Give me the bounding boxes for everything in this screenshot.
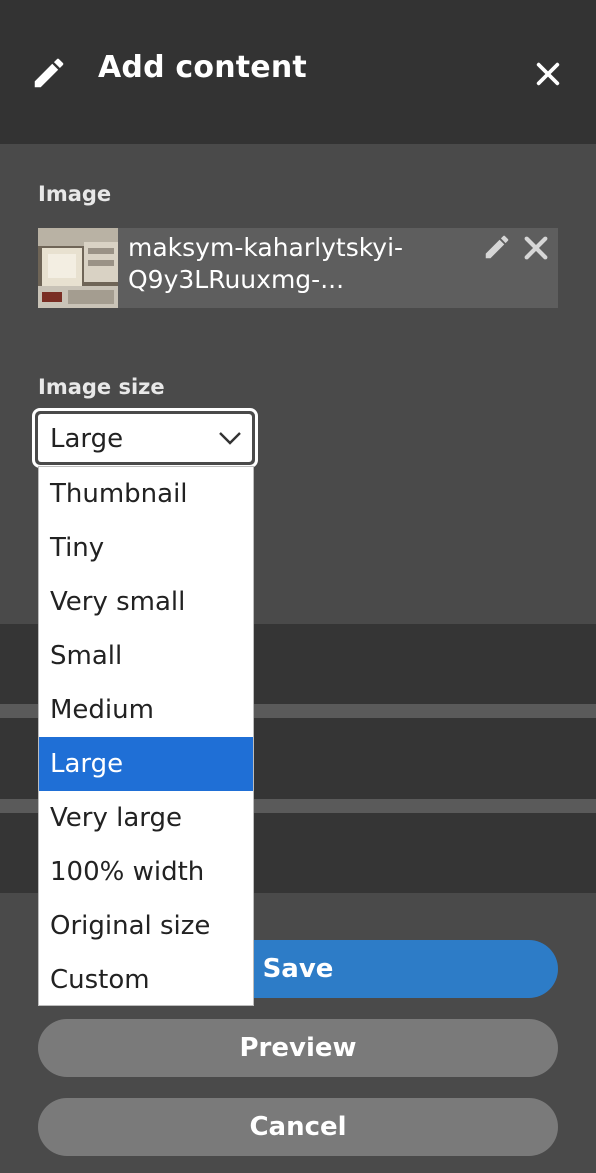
option-custom[interactable]: Custom: [39, 953, 253, 1007]
image-size-select-box[interactable]: Large: [38, 414, 252, 462]
chevron-down-icon: [219, 432, 241, 445]
dialog-header: Add content: [0, 0, 596, 144]
option-large[interactable]: Large: [39, 737, 253, 791]
close-icon[interactable]: [534, 60, 562, 88]
option-very-small[interactable]: Very small: [39, 575, 253, 629]
image-size-dropdown: Thumbnail Tiny Very small Small Medium L…: [38, 466, 254, 1006]
pencil-icon: [34, 58, 64, 88]
image-size-selected-value: Large: [50, 424, 124, 454]
image-file-name-line2: Q9y3LRuuxmg-...: [128, 265, 345, 294]
image-field: maksym-kaharlytskyi- Q9y3LRuuxmg-...: [38, 228, 558, 308]
option-medium[interactable]: Medium: [39, 683, 253, 737]
image-file-name: maksym-kaharlytskyi- Q9y3LRuuxmg-...: [128, 232, 478, 296]
option-100-width[interactable]: 100% width: [39, 845, 253, 899]
option-very-large[interactable]: Very large: [39, 791, 253, 845]
image-size-select[interactable]: Large: [32, 408, 258, 468]
option-original-size[interactable]: Original size: [39, 899, 253, 953]
image-size-label: Image size: [38, 375, 165, 399]
option-tiny[interactable]: Tiny: [39, 521, 253, 575]
dialog-title: Add content: [98, 50, 307, 85]
option-thumbnail[interactable]: Thumbnail: [39, 467, 253, 521]
image-label: Image: [38, 182, 112, 206]
preview-button[interactable]: Preview: [38, 1019, 558, 1077]
image-thumbnail: [38, 228, 118, 308]
cancel-button[interactable]: Cancel: [38, 1098, 558, 1156]
image-file-name-line1: maksym-kaharlytskyi-: [128, 233, 404, 262]
edit-image-icon[interactable]: [482, 232, 512, 262]
option-small[interactable]: Small: [39, 629, 253, 683]
remove-image-icon[interactable]: [522, 234, 550, 262]
